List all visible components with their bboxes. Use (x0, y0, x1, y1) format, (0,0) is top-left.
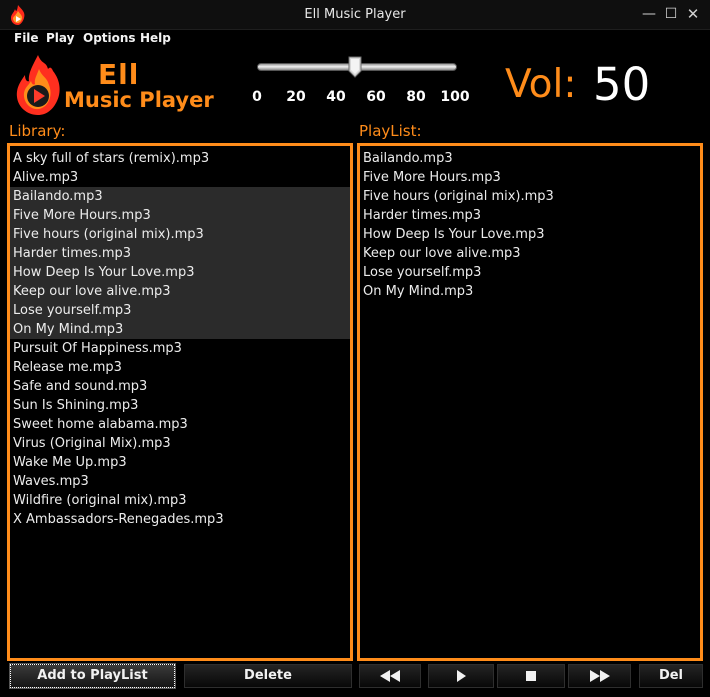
list-item[interactable]: Five More Hours.mp3 (360, 168, 700, 187)
title-bar: Ell Music Player — ☐ ✕ (0, 0, 710, 30)
add-to-playlist-button[interactable]: Add to PlayList (9, 663, 176, 689)
list-item[interactable]: Five hours (original mix).mp3 (10, 225, 350, 244)
list-item[interactable]: On My Mind.mp3 (360, 282, 700, 301)
previous-icon (380, 670, 400, 682)
delete-button[interactable]: Delete (184, 664, 352, 688)
menu-play[interactable]: Play (46, 31, 74, 45)
list-item[interactable]: Five hours (original mix).mp3 (360, 187, 700, 206)
library-label: Library: (9, 122, 66, 140)
volume-label: Vol: (505, 62, 577, 107)
list-item[interactable]: Safe and sound.mp3 (10, 377, 350, 396)
stop-icon (526, 671, 536, 681)
list-item[interactable]: Keep our love alive.mp3 (10, 282, 350, 301)
list-item[interactable]: How Deep Is Your Love.mp3 (360, 225, 700, 244)
maximize-button[interactable]: ☐ (660, 4, 682, 24)
list-item[interactable]: How Deep Is Your Love.mp3 (10, 263, 350, 282)
volume-tick-label: 60 (366, 89, 386, 105)
playlist-list[interactable]: Bailando.mp3 Five More Hours.mp3 Five hour… (357, 143, 703, 661)
menu-file[interactable]: File (14, 31, 39, 45)
volume-tick-label: 100 (440, 89, 470, 105)
list-item[interactable]: X Ambassadors-Renegades.mp3 (10, 510, 350, 529)
volume-tick-label: 40 (326, 89, 346, 105)
list-item[interactable]: Bailando.mp3 (10, 187, 350, 206)
next-button[interactable] (568, 664, 631, 688)
window-title: Ell Music Player (304, 7, 406, 22)
list-item[interactable]: Waves.mp3 (10, 472, 350, 491)
list-item[interactable]: Keep our love alive.mp3 (360, 244, 700, 263)
list-item[interactable]: Bailando.mp3 (360, 149, 700, 168)
list-item[interactable]: Pursuit Of Happiness.mp3 (10, 339, 350, 358)
stop-button[interactable] (497, 664, 565, 688)
list-item[interactable]: Sun Is Shining.mp3 (10, 396, 350, 415)
volume-tick-label: 80 (406, 89, 426, 105)
list-item[interactable]: Lose yourself.mp3 (360, 263, 700, 282)
list-item[interactable]: Alive.mp3 (10, 168, 350, 187)
list-item[interactable]: Lose yourself.mp3 (10, 301, 350, 320)
list-item[interactable]: A sky full of stars (remix).mp3 (10, 149, 350, 168)
menu-bar: File Play Options Help (0, 30, 710, 48)
del-button[interactable]: Del (639, 664, 703, 688)
next-icon (589, 670, 610, 682)
flame-play-icon (16, 55, 60, 115)
playlist-label: PlayList: (359, 122, 422, 140)
logo-title: Ell (98, 58, 140, 91)
list-item[interactable]: Wake Me Up.mp3 (10, 453, 350, 472)
logo-subtitle: Music Player (64, 88, 214, 112)
menu-options[interactable]: Options (83, 31, 136, 45)
minimize-button[interactable]: — (638, 4, 660, 24)
list-item[interactable]: On My Mind.mp3 (10, 320, 350, 339)
library-list[interactable]: A sky full of stars (remix).mp3 Alive.mp3… (7, 143, 353, 661)
play-button[interactable] (428, 664, 494, 688)
list-item[interactable]: Harder times.mp3 (360, 206, 700, 225)
volume-tick-label: 20 (286, 89, 306, 105)
list-item[interactable]: Release me.mp3 (10, 358, 350, 377)
list-item[interactable]: Virus (Original Mix).mp3 (10, 434, 350, 453)
list-item[interactable]: Wildfire (original mix).mp3 (10, 491, 350, 510)
close-button[interactable]: ✕ (682, 4, 704, 24)
menu-help[interactable]: Help (140, 31, 171, 45)
previous-button[interactable] (359, 664, 421, 688)
volume-slider-thumb[interactable] (348, 56, 362, 78)
list-item[interactable]: Sweet home alabama.mp3 (10, 415, 350, 434)
volume-tick-label: 0 (252, 89, 262, 105)
play-icon (457, 670, 466, 682)
volume-value: 50 (593, 58, 651, 111)
list-item[interactable]: Five More Hours.mp3 (10, 206, 350, 225)
list-item[interactable]: Harder times.mp3 (10, 244, 350, 263)
